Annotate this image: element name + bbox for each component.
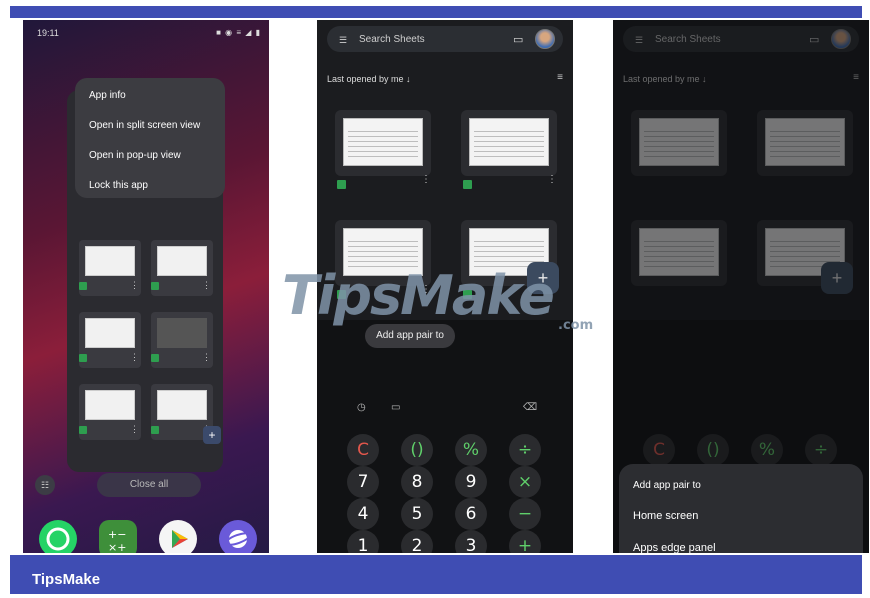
option-apps-edge-panel[interactable]: Apps edge panel (633, 542, 716, 553)
calc-key: ÷ (805, 434, 837, 466)
calc-key[interactable]: 4 (347, 498, 379, 530)
footer-bar (10, 555, 862, 594)
sort-label[interactable]: Last opened by me ↓ (327, 74, 411, 84)
recent-apps-screen: 19:11 ■ ◉ ≡ ◢ ▮ ⋮ ⋮ ⋮ ⋮ ⋮ ⋮ App info Ope… (23, 20, 269, 553)
calc-key[interactable]: 3 (455, 530, 487, 553)
file-thumbnail[interactable]: ⋮ (79, 312, 141, 368)
calc-key[interactable]: ÷ (509, 434, 541, 466)
menu-item-app-info[interactable]: App info (89, 90, 126, 101)
backspace-icon[interactable]: ⌫ (523, 402, 537, 413)
close-all-button[interactable]: Close all (97, 473, 201, 497)
calc-key[interactable]: − (509, 498, 541, 530)
file-thumbnail[interactable]: ⋮ (79, 384, 141, 440)
calc-key[interactable]: + (509, 530, 541, 553)
folder-icon: ▭ (809, 34, 820, 46)
folder-icon[interactable]: ▭ (513, 33, 523, 46)
grid-icon[interactable]: ☷ (35, 475, 55, 495)
file-card (631, 220, 727, 286)
svg-text:×+: ×+ (108, 541, 126, 553)
menu-icon[interactable]: ☰ (339, 35, 347, 46)
calc-key[interactable]: 7 (347, 466, 379, 498)
play-store-icon[interactable] (159, 520, 197, 553)
file-thumbnail[interactable]: ⋮ (79, 240, 141, 296)
watermark-suffix: .com (558, 318, 594, 333)
avatar[interactable] (535, 29, 555, 49)
calc-key[interactable]: C (347, 434, 379, 466)
avatar (831, 29, 851, 49)
internet-browser-icon[interactable] (219, 520, 257, 553)
ruler-icon[interactable]: ▭ (391, 402, 400, 413)
option-home-screen[interactable]: Home screen (633, 510, 698, 522)
screenshot-frame: 19:11 ■ ◉ ≡ ◢ ▮ ⋮ ⋮ ⋮ ⋮ ⋮ ⋮ App info Ope… (0, 0, 870, 598)
calc-key[interactable]: 2 (401, 530, 433, 553)
sort-label: Last opened by me ↓ (623, 74, 707, 84)
calc-key[interactable]: 6 (455, 498, 487, 530)
list-view-icon: ≡ (853, 72, 859, 83)
calc-key[interactable]: % (455, 434, 487, 466)
add-icon[interactable]: + (203, 426, 221, 444)
search-input: Search Sheets (655, 34, 721, 45)
calc-key[interactable]: () (401, 434, 433, 466)
status-icons: ■ ◉ ≡ ◢ ▮ (216, 28, 261, 37)
sheets-file-icon (337, 180, 346, 189)
add-app-pair-button[interactable]: Add app pair to (365, 324, 455, 348)
file-card (757, 110, 853, 176)
app-context-menu: App info Open in split screen view Open … (75, 78, 225, 198)
calc-key[interactable]: × (509, 466, 541, 498)
menu-item-lock-app[interactable]: Lock this app (89, 180, 148, 191)
search-bar[interactable]: ☰ Search Sheets ▭ (327, 26, 563, 52)
file-thumbnail[interactable]: ⋮ (151, 312, 213, 368)
calc-key[interactable]: 9 (455, 466, 487, 498)
watermark-logo: TipsMake (282, 264, 555, 327)
brand-label: TipsMake (32, 571, 101, 588)
file-thumbnail[interactable]: ⋮ (151, 240, 213, 296)
header-bar (10, 6, 862, 18)
add-app-pair-sheet: Add app pair to Home screen Apps edge pa… (619, 464, 863, 553)
new-sheet-button: + (821, 262, 853, 294)
excel-file-icon (463, 180, 472, 189)
menu-item-pop-up-view[interactable]: Open in pop-up view (89, 150, 181, 161)
menu-icon: ☰ (635, 35, 644, 45)
add-app-pair-screen: ☰ Search Sheets ▭ Last opened by me ↓ ≡ … (613, 20, 869, 553)
calculator-icon[interactable]: +− ×+ (99, 520, 137, 553)
status-time: 19:11 (37, 28, 59, 38)
calc-key: % (751, 434, 783, 466)
history-icon[interactable]: ◷ (357, 402, 366, 413)
more-options-icon[interactable]: ⋮ (421, 174, 431, 185)
sheets-app: ☰ Search Sheets ▭ Last opened by me ↓ ≡ … (613, 20, 869, 320)
file-card[interactable] (335, 110, 431, 176)
calc-key[interactable]: 5 (401, 498, 433, 530)
file-card[interactable] (461, 110, 557, 176)
search-bar: ☰ Search Sheets ▭ (623, 26, 859, 52)
menu-item-split-screen[interactable]: Open in split screen view (89, 120, 200, 131)
list-view-icon[interactable]: ≡ (557, 72, 563, 83)
sheet-title: Add app pair to (633, 480, 701, 491)
whatsapp-icon[interactable] (39, 520, 77, 553)
calc-key: C (643, 434, 675, 466)
svg-text:+−: +− (108, 528, 126, 541)
file-card (631, 110, 727, 176)
calc-key[interactable]: 8 (401, 466, 433, 498)
more-options-icon[interactable]: ⋮ (547, 174, 557, 185)
search-input[interactable]: Search Sheets (359, 34, 425, 45)
calc-key[interactable]: 1 (347, 530, 379, 553)
calc-key: () (697, 434, 729, 466)
